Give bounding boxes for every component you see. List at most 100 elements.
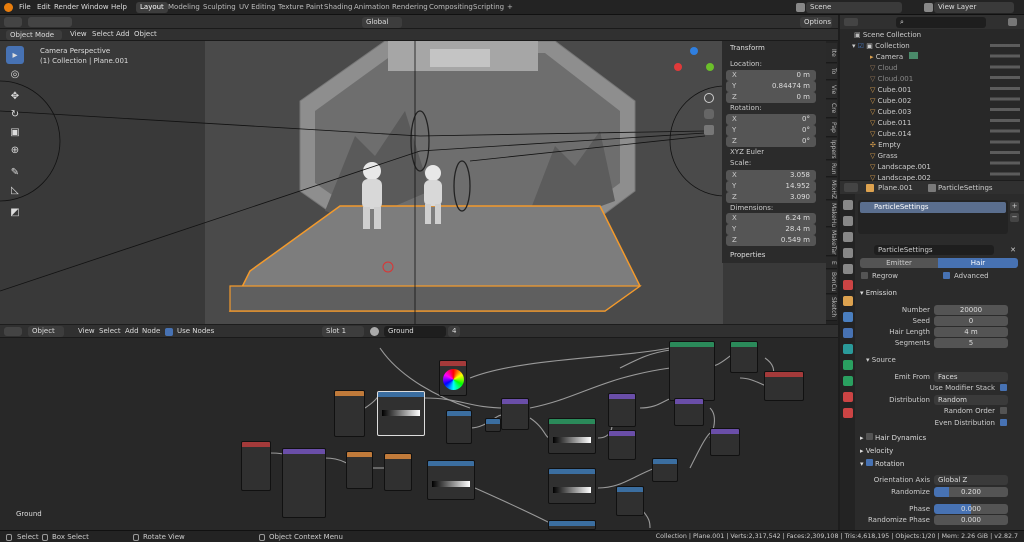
- annotate-tool[interactable]: ✎: [6, 163, 24, 181]
- hair-length-field[interactable]: 4 m: [934, 327, 1008, 337]
- transform-tool[interactable]: ⊕: [6, 141, 24, 159]
- object-mode-dropdown[interactable]: Object Mode: [6, 30, 62, 40]
- node-combine[interactable]: [384, 453, 412, 491]
- view-layer-icon[interactable]: [924, 3, 933, 12]
- node-noise-texture[interactable]: [427, 460, 475, 500]
- particle-system-list[interactable]: ParticleSettings: [858, 200, 1008, 234]
- axis-x-icon[interactable]: [674, 63, 682, 71]
- menu-edit[interactable]: Edit: [37, 3, 51, 11]
- node-texture-4[interactable]: [548, 520, 596, 530]
- use-modifier-stack-checkbox[interactable]: [1000, 384, 1007, 391]
- node-editor-type-icon[interactable]: [4, 327, 22, 336]
- even-distribution-checkbox[interactable]: [1000, 419, 1007, 426]
- scale-y-field[interactable]: Y 14.952: [726, 181, 816, 192]
- node-texture-2[interactable]: [548, 418, 596, 454]
- random-order-checkbox[interactable]: [1000, 407, 1007, 414]
- list-remove-button[interactable]: −: [1010, 213, 1019, 222]
- rotate-tool[interactable]: ↻: [6, 105, 24, 123]
- add-workspace-button[interactable]: +: [503, 2, 517, 13]
- tab-create[interactable]: Cre: [826, 100, 837, 118]
- output-tab-icon[interactable]: [843, 232, 853, 242]
- outliner-type-icon[interactable]: [844, 18, 858, 26]
- node-mix-shader[interactable]: [730, 341, 758, 373]
- texture-tab-icon[interactable]: [843, 408, 853, 418]
- location-z-field[interactable]: Z 0 m: [726, 92, 816, 103]
- phase-slider[interactable]: 0.000: [934, 504, 1008, 514]
- particle-list-item[interactable]: ParticleSettings: [860, 202, 1006, 213]
- shader-type-select[interactable]: Object: [28, 326, 64, 337]
- modifier-tab-icon[interactable]: [843, 312, 853, 322]
- rotation-y-field[interactable]: Y 0°: [726, 125, 816, 136]
- filter-icon[interactable]: [1008, 18, 1017, 26]
- node-bump[interactable]: [674, 398, 704, 426]
- cursor-tool[interactable]: ◎: [6, 65, 24, 83]
- transform-panel-title[interactable]: Transform: [730, 44, 765, 52]
- tab-maketar[interactable]: MakeTar: [826, 228, 837, 256]
- dimensions-z-field[interactable]: Z 0.549 m: [726, 235, 816, 246]
- material-tab-icon[interactable]: [843, 392, 853, 402]
- tab-uv-editing[interactable]: UV Editing: [235, 2, 280, 13]
- tool-tab-icon[interactable]: [843, 200, 853, 210]
- emission-panel-header[interactable]: ▾ Emission: [856, 288, 1020, 299]
- node-math-4[interactable]: [616, 486, 644, 516]
- source-subpanel-header[interactable]: ▾ Source: [866, 356, 896, 364]
- node-displacement[interactable]: [710, 428, 740, 456]
- emitter-toggle[interactable]: Emitter: [860, 258, 938, 268]
- node-image-texture[interactable]: [241, 441, 271, 491]
- hair-dynamics-panel-header[interactable]: ▸ Hair Dynamics: [856, 433, 1020, 444]
- axis-z-icon[interactable]: [690, 47, 698, 55]
- node-texture-main[interactable]: [377, 391, 425, 436]
- slot-select[interactable]: Slot 1: [322, 326, 364, 337]
- node-mapping[interactable]: [282, 448, 326, 518]
- node-texture-3[interactable]: [548, 468, 596, 504]
- tab-view[interactable]: Vie: [826, 81, 837, 99]
- number-field[interactable]: 20000: [934, 305, 1008, 315]
- options-button[interactable]: Options: [800, 17, 832, 28]
- world-tab-icon[interactable]: [843, 280, 853, 290]
- node-mix-1[interactable]: [501, 398, 529, 430]
- tab-item[interactable]: Ite: [826, 43, 837, 63]
- scale-z-field[interactable]: Z 3.090: [726, 192, 816, 203]
- tab-pap[interactable]: Pap: [826, 119, 837, 137]
- properties-panel-title[interactable]: Properties: [730, 251, 765, 259]
- distribution-select[interactable]: Random: [934, 395, 1008, 405]
- rotation-x-field[interactable]: X 0°: [726, 114, 816, 125]
- settings-name-field[interactable]: ParticleSettings: [874, 245, 994, 255]
- zoom-icon[interactable]: [704, 93, 714, 103]
- view-layer-field[interactable]: View Layer: [934, 2, 1014, 13]
- settings-close-icon[interactable]: ✕: [1008, 245, 1018, 255]
- node-material-output[interactable]: [764, 371, 804, 401]
- hair-dynamics-checkbox[interactable]: [865, 433, 873, 440]
- material-icon[interactable]: [370, 327, 379, 336]
- orientation-axis-select[interactable]: Global Z: [934, 475, 1008, 485]
- viewport-3d[interactable]: Camera Perspective (1) Collection | Plan…: [0, 41, 838, 324]
- node-menu-node[interactable]: Node: [138, 326, 164, 337]
- scene-tab-icon[interactable]: [843, 264, 853, 274]
- node-vector-math[interactable]: [334, 390, 365, 437]
- rotation-panel-header[interactable]: ▾ Rotation: [856, 459, 1020, 470]
- blender-logo-icon[interactable]: [4, 3, 13, 12]
- seed-field[interactable]: 0: [934, 316, 1008, 326]
- viewport-menu-view[interactable]: View: [66, 29, 91, 40]
- tab-modeling[interactable]: Modeling: [164, 2, 204, 13]
- object-tab-icon[interactable]: [843, 296, 853, 306]
- viewport-menu-object[interactable]: Object: [130, 29, 161, 40]
- scene-icon[interactable]: [796, 3, 805, 12]
- tab-ippers[interactable]: Ippers: [826, 138, 837, 160]
- outliner-search[interactable]: ⌕: [896, 17, 986, 28]
- tab-run[interactable]: Run: [826, 161, 837, 177]
- editor-type-icon[interactable]: [4, 17, 22, 27]
- select-mode-icons[interactable]: [28, 17, 72, 27]
- measure-tool[interactable]: ◺: [6, 181, 24, 199]
- move-tool[interactable]: ✥: [6, 87, 24, 105]
- tab-tool[interactable]: To: [826, 64, 837, 80]
- menu-help[interactable]: Help: [111, 3, 127, 11]
- camera-view-icon[interactable]: [704, 125, 714, 135]
- tab-sketch[interactable]: Sketch: [826, 295, 837, 321]
- location-x-field[interactable]: X 0 m: [726, 70, 816, 81]
- dimensions-x-field[interactable]: X 6.24 m: [726, 213, 816, 224]
- transform-orientation-select[interactable]: Global: [362, 17, 402, 28]
- menu-render[interactable]: Render: [54, 3, 79, 11]
- use-nodes-checkbox[interactable]: [165, 328, 173, 336]
- tab-boncu[interactable]: BonCu: [826, 270, 837, 294]
